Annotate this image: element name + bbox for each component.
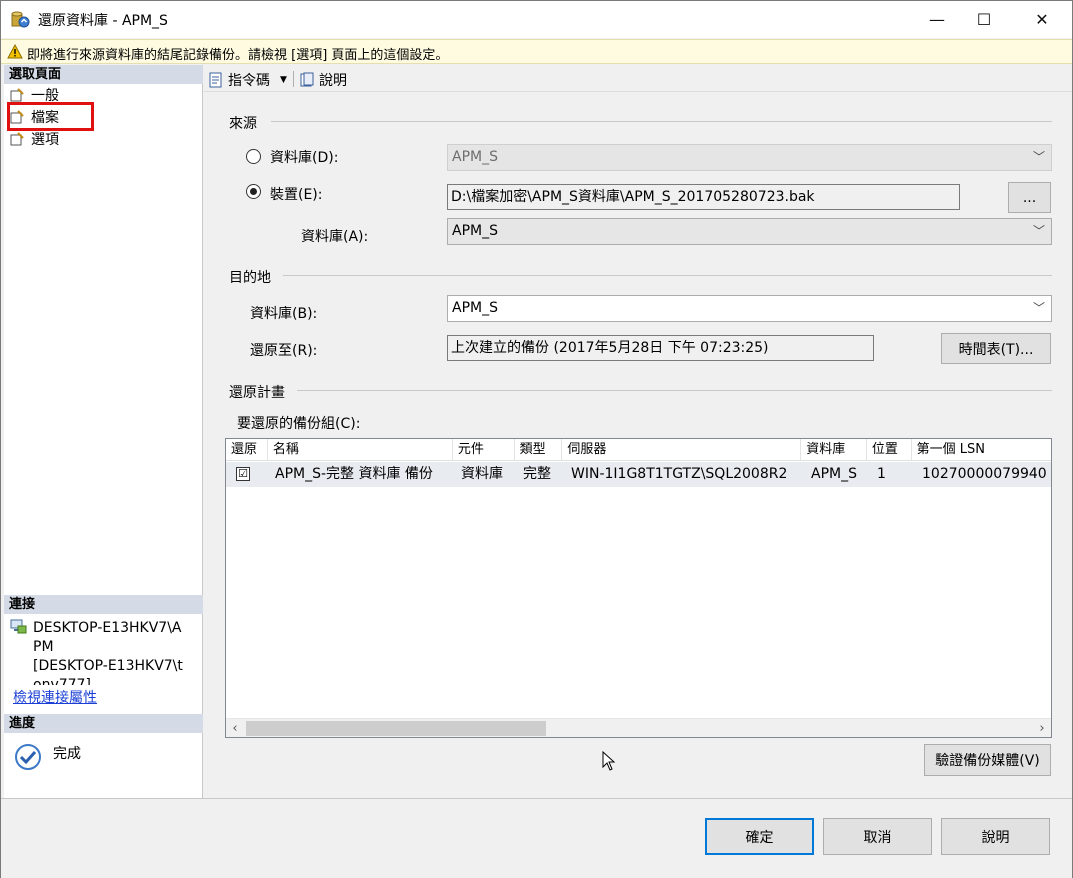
backup-sets-grid[interactable]: 還原 名稱 元件 類型 伺服器 資料庫 位置 第一個 LSN ☑ APM_S-完… bbox=[225, 438, 1052, 738]
server-connection-icon bbox=[10, 619, 27, 634]
backup-sets-label: 要還原的備份組(C): bbox=[237, 416, 361, 432]
group-divider bbox=[271, 121, 1052, 122]
restore-checkbox[interactable]: ☑ bbox=[236, 467, 250, 481]
close-button[interactable]: ✕ bbox=[1019, 1, 1065, 38]
database-cell: APM_S bbox=[811, 466, 857, 482]
column-header-database[interactable]: 資料庫 bbox=[801, 439, 867, 461]
script-button[interactable]: 指令碼 ▼ bbox=[208, 70, 287, 90]
group-divider bbox=[297, 390, 1052, 391]
scroll-right-icon[interactable]: › bbox=[1033, 719, 1051, 737]
restore-database-dialog: 還原資料庫 - APM_S — ☐ ✕ 即將進行來源資料庫的結尾記錄備份。請檢視… bbox=[0, 0, 1073, 878]
progress-header: 進度 bbox=[4, 714, 203, 733]
highlight-annotation bbox=[7, 102, 94, 131]
toolbar: 指令碼 ▼ 說明 bbox=[204, 65, 1072, 92]
name-cell: APM_S-完整 資料庫 備份 bbox=[275, 466, 433, 482]
toolbar-separator bbox=[293, 71, 294, 87]
script-icon bbox=[209, 72, 222, 88]
type-cell: 完整 bbox=[523, 466, 551, 482]
restore-to-value: 上次建立的備份 (2017年5月28日 下午 07:23:25) bbox=[447, 335, 874, 361]
connection-header: 連接 bbox=[4, 595, 203, 614]
column-header-name[interactable]: 名稱 bbox=[268, 439, 453, 461]
ok-button[interactable]: 確定 bbox=[705, 818, 814, 855]
position-cell: 1 bbox=[877, 466, 886, 482]
restore-plan-group-label: 還原計畫 bbox=[229, 385, 285, 401]
source-device-label: 裝置(E): bbox=[270, 187, 323, 203]
chevron-down-icon: ﹀ bbox=[1032, 301, 1045, 315]
first-lsn-cell: 1027000007994000 bbox=[922, 466, 1047, 482]
source-database-combo[interactable]: APM_S ﹀ bbox=[447, 144, 1052, 171]
scrollbar-thumb[interactable] bbox=[246, 721, 546, 736]
column-header-first-lsn[interactable]: 第一個 LSN bbox=[912, 439, 1051, 461]
connection-server-line1: DESKTOP-E13HKV7\A bbox=[33, 620, 182, 636]
title-bar: 還原資料庫 - APM_S — ☐ ✕ bbox=[1, 1, 1072, 38]
minimize-button[interactable]: — bbox=[914, 1, 960, 38]
dialog-footer: 確定 取消 說明 bbox=[1, 798, 1072, 878]
timeline-button[interactable]: 時間表(T)... bbox=[941, 333, 1051, 364]
column-header-position[interactable]: 位置 bbox=[867, 439, 912, 461]
page-item-label: 選項 bbox=[31, 132, 59, 148]
left-panel: 選取頁面 一般 檔案 選項 連接 DESKTOP-E13HKV7\A PM [D… bbox=[4, 65, 203, 798]
connection-user-line1: [DESKTOP-E13HKV7\t bbox=[33, 658, 183, 674]
connection-user-line2: onv777] bbox=[33, 677, 91, 685]
grid-header: 還原 名稱 元件 類型 伺服器 資料庫 位置 第一個 LSN bbox=[226, 439, 1051, 461]
column-header-server[interactable]: 伺服器 bbox=[562, 439, 802, 461]
maximize-button[interactable]: ☐ bbox=[961, 1, 1007, 38]
connection-server-line2: PM bbox=[33, 639, 54, 655]
page-icon bbox=[10, 88, 24, 102]
chevron-down-icon: ﹀ bbox=[1032, 224, 1045, 238]
scroll-left-icon[interactable]: ‹ bbox=[226, 719, 244, 737]
help-toolbar-button[interactable]: 說明 bbox=[299, 70, 347, 90]
source-device-database-value: APM_S bbox=[452, 223, 498, 239]
source-device-database-combo[interactable]: APM_S ﹀ bbox=[447, 218, 1052, 245]
source-database-radio[interactable] bbox=[246, 149, 261, 164]
source-device-radio[interactable] bbox=[246, 184, 261, 199]
progress-status: 完成 bbox=[53, 746, 81, 762]
right-panel: 指令碼 ▼ 說明 來源 資料庫(D): APM_S ﹀ 裝置(E): D:\檔案… bbox=[204, 65, 1072, 798]
page-item-options[interactable]: 選項 bbox=[9, 129, 59, 149]
check-complete-icon bbox=[15, 744, 41, 770]
warning-icon bbox=[7, 44, 23, 59]
warning-bar: 即將進行來源資料庫的結尾記錄備份。請檢視 [選項] 頁面上的這個設定。 bbox=[1, 39, 1072, 64]
restore-cell: ☑ bbox=[226, 462, 268, 487]
help-button[interactable]: 說明 bbox=[941, 818, 1050, 855]
destination-database-combo[interactable]: APM_S ﹀ bbox=[447, 295, 1052, 322]
browse-device-button[interactable]: ... bbox=[1008, 182, 1051, 213]
mouse-cursor-icon bbox=[602, 751, 616, 771]
cancel-button[interactable]: 取消 bbox=[823, 818, 932, 855]
chevron-down-icon: ﹀ bbox=[1032, 150, 1045, 164]
restore-database-icon bbox=[11, 11, 30, 28]
view-connection-properties-link[interactable]: 檢視連接屬性 bbox=[13, 687, 97, 707]
source-database-label: 資料庫(D): bbox=[270, 150, 339, 166]
chevron-down-icon[interactable]: ▼ bbox=[280, 75, 287, 85]
help-label: 說明 bbox=[319, 73, 347, 89]
horizontal-scrollbar[interactable]: ‹ › bbox=[226, 718, 1051, 737]
group-divider bbox=[283, 275, 1052, 276]
component-cell: 資料庫 bbox=[461, 466, 503, 482]
column-header-restore[interactable]: 還原 bbox=[226, 439, 268, 461]
table-row[interactable]: ☑ APM_S-完整 資料庫 備份 資料庫 完整 WIN-1I1G8T1TGTZ… bbox=[226, 462, 1051, 487]
help-icon bbox=[300, 72, 314, 87]
restore-to-label: 還原至(R): bbox=[250, 343, 318, 359]
verify-backup-media-button[interactable]: 驗證備份媒體(V) bbox=[924, 744, 1051, 776]
column-header-type[interactable]: 類型 bbox=[515, 439, 563, 461]
destination-database-label: 資料庫(B): bbox=[250, 306, 318, 322]
destination-database-value: APM_S bbox=[452, 300, 498, 316]
source-database-value: APM_S bbox=[452, 149, 498, 165]
window-title: 還原資料庫 - APM_S bbox=[38, 13, 168, 29]
column-header-component[interactable]: 元件 bbox=[453, 439, 515, 461]
source-device-path[interactable]: D:\檔案加密\APM_S資料庫\APM_S_201705280723.bak bbox=[447, 184, 960, 210]
destination-group-label: 目的地 bbox=[229, 270, 271, 286]
source-group-label: 來源 bbox=[229, 116, 257, 132]
server-cell: WIN-1I1G8T1TGTZ\SQL2008R2 bbox=[571, 466, 788, 482]
script-label: 指令碼 bbox=[228, 73, 270, 89]
source-device-database-label: 資料庫(A): bbox=[301, 229, 369, 245]
warning-text: 即將進行來源資料庫的結尾記錄備份。請檢視 [選項] 頁面上的這個設定。 bbox=[27, 48, 449, 63]
select-page-header: 選取頁面 bbox=[4, 65, 203, 84]
page-icon bbox=[10, 132, 24, 146]
